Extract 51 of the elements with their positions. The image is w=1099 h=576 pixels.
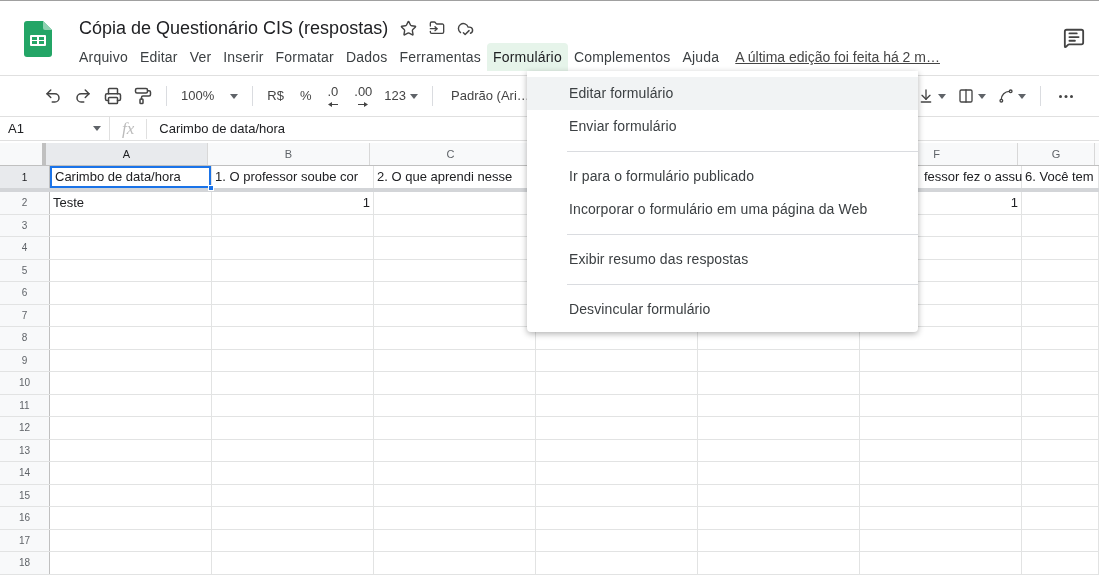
decrease-decimals-button[interactable]: .0: [321, 82, 345, 110]
table-cell[interactable]: 6. Você tem: [1022, 166, 1098, 188]
row-header[interactable]: 14: [0, 462, 50, 484]
row-header[interactable]: 13: [0, 439, 50, 461]
dropdown-item[interactable]: Editar formulário: [527, 77, 918, 110]
column-header[interactable]: B: [208, 143, 370, 165]
row-header[interactable]: 3: [0, 214, 50, 236]
row-header[interactable]: 12: [0, 417, 50, 439]
menu-item[interactable]: Arquivo: [73, 43, 134, 71]
number-format-select[interactable]: 123: [378, 82, 425, 110]
row-header[interactable]: 7: [0, 304, 50, 326]
menu-item[interactable]: Editar: [133, 43, 184, 71]
menu-item[interactable]: Ver: [183, 43, 218, 71]
document-title[interactable]: Cópia de Questionário CIS (respostas): [79, 14, 389, 42]
menu-item[interactable]: Ferramentas: [393, 43, 487, 71]
table-cell[interactable]: Carimbo de data/hora: [50, 166, 211, 188]
increase-decimals-button[interactable]: .00: [348, 82, 379, 110]
menu-item[interactable]: Complementos: [567, 43, 677, 71]
row-header[interactable]: 8: [0, 327, 50, 349]
column-header[interactable]: G: [1018, 143, 1095, 165]
row-header[interactable]: 5: [0, 259, 50, 281]
row-header[interactable]: 6: [0, 282, 50, 304]
percent-button[interactable]: %: [293, 82, 318, 110]
menu-item[interactable]: Inserir: [217, 43, 270, 71]
row-header[interactable]: 1: [0, 166, 50, 188]
dropdown-item[interactable]: Enviar formulário: [527, 110, 918, 143]
dropdown-item[interactable]: Exibir resumo das respostas: [527, 243, 918, 276]
row-header[interactable]: 4: [0, 237, 50, 259]
row-header[interactable]: 11: [0, 394, 50, 416]
row-header[interactable]: 10: [0, 372, 50, 394]
fx-label: fx: [110, 118, 148, 139]
dropdown-item[interactable]: Incorporar o formulário em uma página da Web: [527, 193, 918, 226]
currency-button[interactable]: R$: [261, 82, 290, 110]
menu-item[interactable]: Dados: [339, 43, 394, 71]
menu-item[interactable]: Formulário: [487, 43, 568, 71]
row-header[interactable]: 18: [0, 552, 50, 574]
table-cell[interactable]: Teste: [50, 192, 211, 214]
row-header[interactable]: 9: [0, 349, 50, 371]
table-cell[interactable]: 1. O professor soube cor: [212, 166, 373, 188]
zoom-select[interactable]: 100%: [175, 82, 245, 110]
dropdown-item[interactable]: Desvincular formulário: [527, 293, 918, 326]
row-header[interactable]: 15: [0, 484, 50, 506]
last-edit-link[interactable]: A última edição foi feita há 2 m…: [735, 46, 940, 68]
row-header[interactable]: 2: [0, 192, 50, 214]
row-header[interactable]: 16: [0, 507, 50, 529]
menu-item[interactable]: Formatar: [269, 43, 340, 71]
column-header[interactable]: A: [46, 143, 208, 165]
table-cell[interactable]: 1: [212, 192, 373, 214]
menu-item[interactable]: Ajuda: [676, 43, 726, 71]
row-header[interactable]: 17: [0, 529, 50, 551]
name-box[interactable]: A1: [0, 117, 110, 140]
